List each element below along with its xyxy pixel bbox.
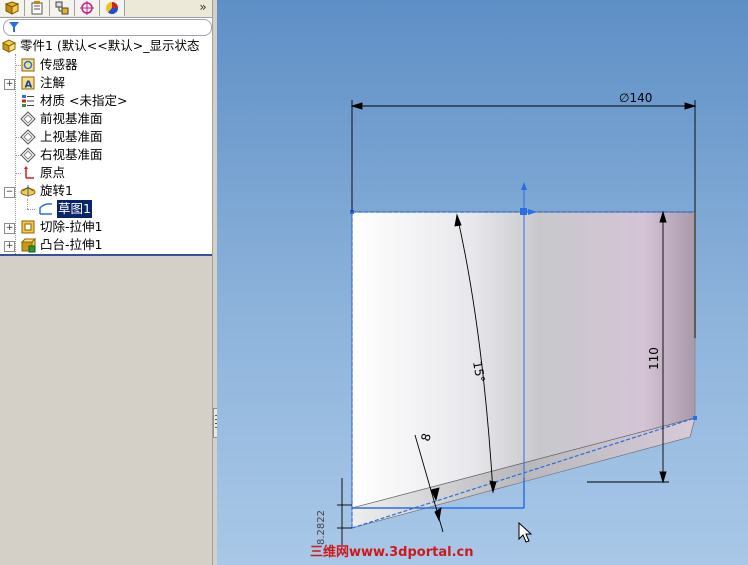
dimxpert-icon	[80, 1, 94, 15]
tree-item-sketch[interactable]: 草图1	[0, 200, 212, 218]
tab-property-manager[interactable]	[25, 0, 50, 16]
expand-toggle[interactable]: +	[4, 241, 15, 252]
feature-manager-panel: » 零件1 (默认<<默认>_显示状态 传感器 + A 注解 材质 <未指定> …	[0, 0, 213, 565]
tree-item-label: 旋转1	[40, 183, 73, 198]
part-icon	[1, 39, 17, 53]
tree-item-annotations[interactable]: + A 注解	[0, 74, 212, 92]
tree-item-cut-extrude[interactable]: + 切除-拉伸1	[0, 218, 212, 236]
plane-icon	[20, 111, 36, 127]
tree-item-label: 零件1 (默认<<默认>_显示状态	[20, 38, 200, 53]
tree-item-boss-extrude[interactable]: + 凸台-拉伸1	[0, 236, 212, 254]
sensor-icon	[21, 58, 35, 72]
tab-dimxpert-manager[interactable]	[75, 0, 100, 16]
tree-item-right-plane[interactable]: 右视基准面	[0, 146, 212, 164]
tree-item-revolve[interactable]: − 旋转1	[0, 182, 212, 200]
tab-feature-manager[interactable]	[0, 0, 25, 16]
tree-item-top-plane[interactable]: 上视基准面	[0, 128, 212, 146]
material-icon	[22, 95, 34, 107]
expand-toggle[interactable]: +	[4, 79, 15, 90]
tree-item-material[interactable]: 材质 <未指定>	[0, 92, 212, 110]
tree-filter-input[interactable]	[3, 19, 212, 36]
tree-item-sensors[interactable]: 传感器	[0, 56, 212, 74]
revolve-icon	[20, 185, 36, 197]
tree-item-label: 上视基准面	[40, 129, 103, 144]
sketch-icon	[39, 203, 53, 215]
tree-item-part[interactable]: 零件1 (默认<<默认>_显示状态	[0, 37, 212, 55]
tree-item-label: 凸台-拉伸1	[40, 237, 103, 252]
collapse-toggle[interactable]: −	[4, 187, 15, 198]
tree-item-label: 右视基准面	[40, 147, 103, 162]
tree-item-label: 前视基准面	[40, 111, 103, 126]
dimension-height[interactable]: 110	[647, 347, 661, 370]
tree-item-front-plane[interactable]: 前视基准面	[0, 110, 212, 128]
tab-configuration-manager[interactable]	[50, 0, 75, 16]
feature-manager-icon	[4, 1, 20, 15]
watermark: 三维网www.3dportal.cn	[310, 545, 474, 560]
filter-icon	[9, 22, 19, 32]
tree-item-label: 切除-拉伸1	[40, 219, 103, 234]
plane-icon	[20, 129, 36, 145]
property-manager-icon	[31, 1, 43, 15]
manager-tab-strip: »	[0, 0, 212, 18]
graphics-viewport[interactable]: ∅140 110 15° 8 8.2822	[217, 0, 748, 565]
annotation-icon: A	[21, 76, 35, 91]
tree-item-origin[interactable]: 原点	[0, 164, 212, 182]
tree-item-label: 注解	[40, 75, 66, 90]
display-manager-icon	[106, 2, 119, 15]
dimension-diameter[interactable]: ∅140	[619, 91, 652, 105]
cut-extrude-icon	[21, 220, 35, 234]
dimension-small[interactable]: 8.2822	[316, 510, 327, 545]
origin-icon	[24, 166, 34, 179]
tree-item-label: 草图1	[57, 200, 92, 218]
mouse-cursor-icon	[518, 522, 532, 543]
tree-item-label: 传感器	[40, 57, 78, 72]
feature-tree: 零件1 (默认<<默认>_显示状态 传感器 + A 注解 材质 <未指定> 前视…	[0, 37, 212, 255]
svg-text:A: A	[25, 80, 33, 91]
configuration-manager-icon	[55, 1, 69, 15]
panel-empty-area	[0, 256, 212, 565]
tree-item-label: 原点	[40, 165, 66, 180]
tree-item-label: 材质 <未指定>	[40, 93, 128, 108]
tab-more-button[interactable]: »	[194, 0, 212, 16]
expand-toggle[interactable]: +	[4, 223, 15, 234]
plane-icon	[20, 147, 36, 163]
model-view: ∅140 110 15° 8 8.2822	[316, 91, 697, 545]
tab-display-manager[interactable]	[100, 0, 125, 16]
boss-extrude-icon	[20, 237, 36, 253]
